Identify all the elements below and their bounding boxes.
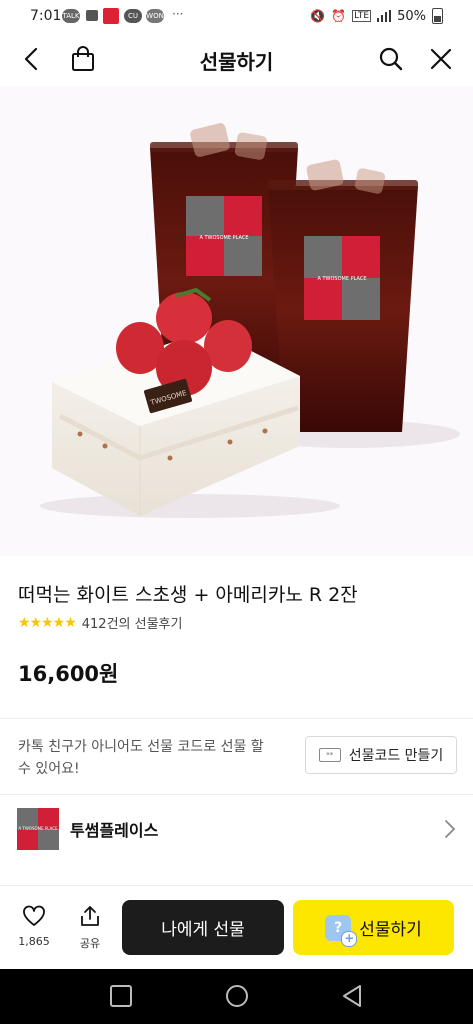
rating-row[interactable]: ★★★★★ 412건의 선물후기 <box>18 613 183 633</box>
send-gift-label: 선물하기 <box>359 920 422 940</box>
product-price: 16,600원 <box>18 662 119 686</box>
gift-to-self-button[interactable]: 나에게 선물 <box>122 900 284 955</box>
send-gift-button[interactable]: ? 선물하기 <box>293 900 454 955</box>
star-rating-icon: ★★★★★ <box>18 614 77 631</box>
brand-name[interactable]: 투썸플레이스 <box>70 817 158 841</box>
back-nav-icon[interactable] <box>340 984 364 1008</box>
close-icon[interactable] <box>429 47 453 71</box>
brand-logo-text: A TWOSOME PLACE <box>18 826 58 831</box>
home-icon[interactable] <box>225 984 249 1008</box>
signal-icon <box>377 10 392 22</box>
alarm-icon: ⏰ <box>331 9 347 23</box>
wifi-icon: LTE <box>352 10 372 22</box>
product-illustration: A TWOSOME PLACE A TWOSOME PLACE TWOSOME <box>40 123 460 518</box>
gift-code-description: 카톡 친구가 아니어도 선물 코드로 선물 할 수 있어요! <box>18 739 264 777</box>
chevron-right-icon[interactable] <box>444 819 456 839</box>
friend-add-icon: ? <box>325 914 358 947</box>
cup-brand-text-2: A TWOSOME PLACE <box>317 276 366 282</box>
share-icon <box>81 906 99 926</box>
cup-brand-text: A TWOSOME PLACE <box>199 235 248 241</box>
status-time: 7:01 <box>30 8 62 24</box>
cu-notification-icon: CU <box>124 9 142 23</box>
share-button[interactable]: 공유 <box>70 905 110 951</box>
product-name: 떠먹는 화이트 스초생 + 아메리카노 R 2잔 <box>18 584 358 606</box>
keyboard-code-icon: ** <box>318 748 341 762</box>
divider <box>0 794 473 795</box>
mute-icon: 🔇 <box>310 9 326 23</box>
message-notification-icon <box>86 10 98 21</box>
battery-icon <box>432 8 443 24</box>
won-notification-icon: WON <box>146 9 164 23</box>
divider <box>0 718 473 719</box>
more-notifications-icon: ··· <box>172 7 184 21</box>
create-gift-code-button[interactable]: ** 선물코드 만들기 <box>305 736 457 774</box>
review-count[interactable]: 412건의 선물후기 <box>82 613 183 632</box>
create-gift-code-label: 선물코드 만들기 <box>348 748 444 764</box>
like-button[interactable]: 1,865 <box>14 905 54 948</box>
product-image: A TWOSOME PLACE A TWOSOME PLACE TWOSOME <box>0 86 473 556</box>
like-count: 1,865 <box>18 935 50 948</box>
app-notification-icon <box>103 8 119 24</box>
kakaotalk-notification-icon: TALK <box>62 9 80 23</box>
share-label: 공유 <box>79 937 101 950</box>
battery-percent: 50% <box>397 8 426 24</box>
status-right: 🔇 ⏰ LTE 50% <box>310 8 443 24</box>
recent-apps-icon[interactable] <box>109 985 133 1007</box>
heart-icon <box>23 905 45 926</box>
search-icon[interactable] <box>378 46 404 72</box>
